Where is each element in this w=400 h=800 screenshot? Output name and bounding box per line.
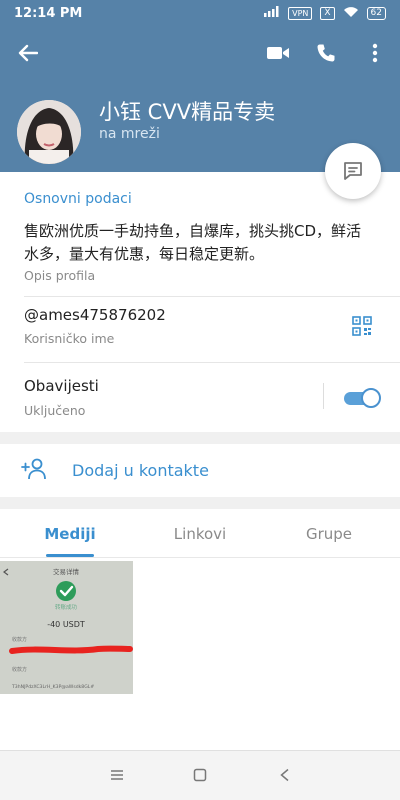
tab-links[interactable]: Linkovi bbox=[145, 525, 255, 543]
media-tabs: Mediji Linkovi Grupe bbox=[0, 509, 400, 558]
svg-text:-40 USDT: -40 USDT bbox=[47, 620, 85, 629]
phone-icon bbox=[317, 44, 335, 62]
video-call-button[interactable] bbox=[264, 39, 292, 67]
add-contact-row[interactable]: Dodaj u kontakte bbox=[0, 444, 400, 497]
vpn-badge: VPN bbox=[288, 6, 313, 20]
online-status: na mreži bbox=[99, 126, 160, 142]
call-button[interactable] bbox=[312, 39, 340, 67]
message-icon bbox=[344, 162, 362, 180]
profile-name: 小钰 CVV精品专卖 bbox=[99, 100, 276, 124]
avatar[interactable] bbox=[17, 100, 81, 164]
profile-bio[interactable]: 售欧洲优质一手劫持鱼，自爆库，挑头挑CD，鲜活水多，量大有优惠，每日稳定更新。 bbox=[24, 220, 374, 266]
back-arrow-icon bbox=[18, 44, 38, 62]
message-button[interactable] bbox=[325, 143, 381, 199]
signal-icon bbox=[264, 6, 280, 20]
divider bbox=[24, 362, 400, 363]
qr-code-icon bbox=[352, 316, 372, 336]
svg-text:收款方: 收款方 bbox=[12, 636, 27, 643]
notifications-toggle[interactable] bbox=[344, 388, 381, 408]
notifications-state: Uključeno bbox=[24, 403, 86, 418]
bio-label: Opis profila bbox=[24, 268, 96, 283]
username[interactable]: @ames475876202 bbox=[24, 306, 166, 324]
notifications-title[interactable]: Obavijesti bbox=[24, 377, 99, 395]
tab-media[interactable]: Mediji bbox=[15, 525, 125, 543]
status-bar: 12:14 PM VPN X 62 bbox=[0, 0, 400, 26]
svg-text:收款方: 收款方 bbox=[12, 666, 27, 673]
svg-text:交易详情: 交易详情 bbox=[53, 567, 80, 576]
media-thumbnail[interactable]: 交易详情 转账成功 -40 USDT 收款方 收款方 T3hNJPdzXC3Lr… bbox=[0, 561, 133, 694]
qr-code-button[interactable] bbox=[352, 316, 372, 336]
more-options-button[interactable] bbox=[361, 39, 389, 67]
status-icons: VPN X 62 bbox=[264, 6, 386, 21]
tab-groups[interactable]: Grupe bbox=[274, 525, 384, 543]
back-triangle-icon bbox=[280, 768, 289, 782]
battery-indicator: 62 bbox=[366, 6, 386, 20]
more-vertical-icon bbox=[372, 43, 378, 63]
square-icon bbox=[193, 768, 207, 782]
divider-vertical bbox=[323, 383, 324, 409]
home-button[interactable] bbox=[193, 767, 213, 785]
status-time: 12:14 PM bbox=[14, 5, 83, 21]
top-app-bar bbox=[0, 26, 400, 80]
active-tab-indicator bbox=[46, 554, 94, 557]
recents-button[interactable] bbox=[110, 767, 130, 785]
add-person-icon bbox=[21, 458, 46, 480]
svg-text:T3hNJPdzXC3LrH_K3P@aWsdk8GL#: T3hNJPdzXC3LrH_K3P@aWsdk8GL# bbox=[11, 684, 94, 690]
add-contact-label: Dodaj u kontakte bbox=[72, 461, 209, 480]
wifi-icon bbox=[343, 6, 359, 21]
transaction-screenshot-image: 交易详情 转账成功 -40 USDT 收款方 收款方 T3hNJPdzXC3Lr… bbox=[0, 561, 133, 694]
section-title: Osnovni podaci bbox=[24, 191, 132, 207]
profile-info-section: Osnovni podaci 售欧洲优质一手劫持鱼，自爆库，挑头挑CD，鲜活水多… bbox=[0, 172, 400, 432]
shared-media-section: Mediji Linkovi Grupe 交易详情 转账成功 -40 USDT … bbox=[0, 509, 400, 750]
menu-icon bbox=[111, 770, 123, 780]
username-label: Korisničko ime bbox=[24, 331, 115, 346]
back-button[interactable] bbox=[14, 39, 42, 67]
svg-text:转账成功: 转账成功 bbox=[55, 603, 78, 611]
divider bbox=[24, 296, 400, 297]
back-nav-button[interactable] bbox=[278, 767, 298, 785]
video-camera-icon bbox=[267, 47, 289, 59]
toggle-knob bbox=[361, 388, 381, 408]
system-navigation-bar bbox=[0, 750, 400, 800]
x-badge: X bbox=[320, 6, 335, 20]
